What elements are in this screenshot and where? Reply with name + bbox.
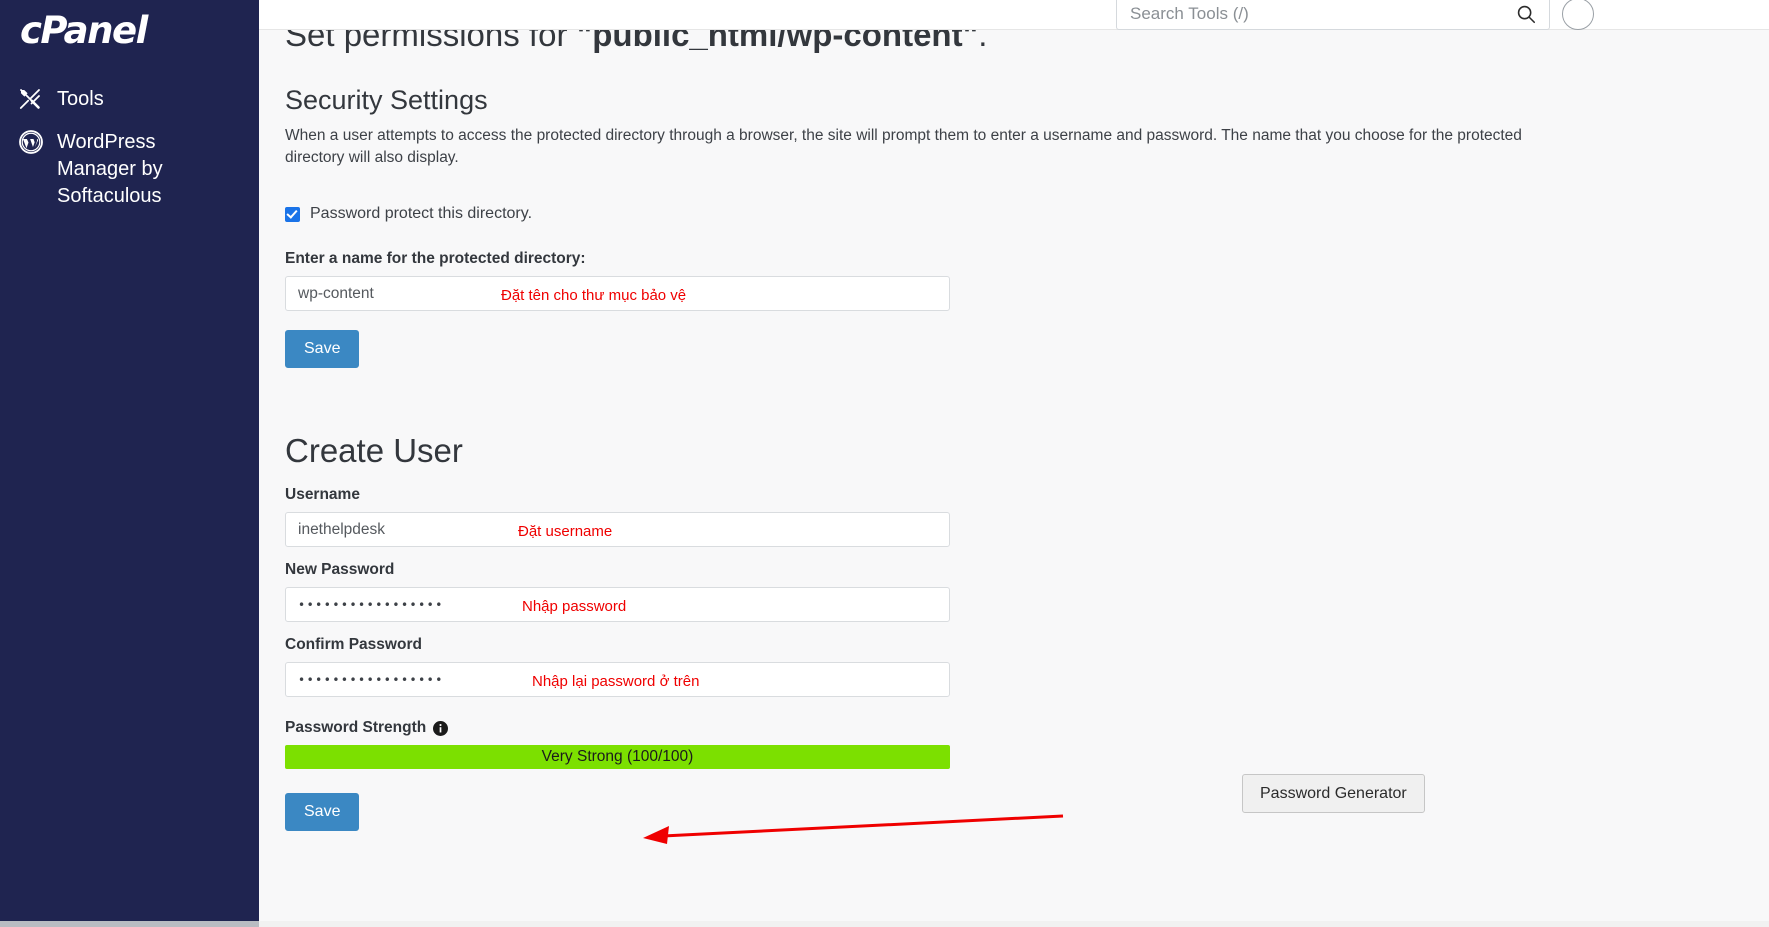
cpanel-logo-text: cPanel [20,9,148,52]
sidebar-item-tools-label: Tools [57,88,104,110]
password-protect-checkbox[interactable] [285,206,300,222]
password-strength-text: Very Strong (100/100) [541,748,694,765]
page-title-path: "public_html/wp-content" [576,30,979,53]
cpanel-logo[interactable]: cPanel [20,8,220,54]
password-protect-checkbox-label: Password protect this directory. [310,205,533,222]
password-strength-label: Password Strength [285,719,427,736]
horizontal-scrollbar-thumb[interactable] [0,921,259,927]
password-strength-label-row: Password Strength [285,719,1769,737]
search-input[interactable] [1117,0,1515,29]
page-title: Set permissions for "public_html/wp-cont… [285,30,1769,56]
top-bar [259,0,1769,30]
sidebar-nav: Tools WordPress Manager by Softaculous [0,78,259,218]
save-security-settings-button[interactable]: Save [285,330,360,368]
new-password-input[interactable] [286,588,949,621]
cpanel-app-window: cPanel Tools WordPress Manager by Softac… [0,0,1769,927]
search-tools-box[interactable] [1116,0,1550,30]
new-password-field[interactable]: Nhập password [285,587,950,622]
password-strength-bar: Very Strong (100/100) [285,745,950,769]
page-title-suffix: . [978,30,988,53]
sidebar-item-wordpress-manager[interactable]: WordPress Manager by Softaculous [0,121,259,218]
page-title-prefix: Set permissions for [285,30,577,53]
confirm-password-field[interactable]: Nhập lại password ở trên [285,662,950,697]
username-input[interactable] [286,513,949,546]
user-avatar-icon[interactable] [1562,0,1594,30]
directory-name-label: Enter a name for the protected directory… [285,250,586,267]
confirm-password-label: Confirm Password [285,636,422,653]
main-content: Set permissions for "public_html/wp-cont… [259,30,1769,927]
sidebar-item-wordpress-manager-label: WordPress Manager by Softaculous [57,131,163,207]
search-icon[interactable] [1515,3,1537,25]
directory-name-field[interactable]: Đặt tên cho thư mục bảo vệ [285,276,950,311]
wordpress-icon [18,129,46,155]
directory-name-input[interactable] [286,277,949,310]
sidebar: cPanel Tools WordPress Manager by Softac… [0,0,259,927]
username-field[interactable]: Đặt username [285,512,950,547]
tools-icon [18,86,46,112]
password-generator-button[interactable]: Password Generator [1242,774,1425,813]
sidebar-item-tools[interactable]: Tools [0,78,259,121]
create-user-heading: Create User [285,432,463,469]
save-create-user-button[interactable]: Save [285,793,360,831]
info-icon[interactable] [433,720,449,736]
security-settings-description: When a user attempts to access the prote… [285,127,1522,166]
confirm-password-input[interactable] [286,663,949,696]
horizontal-scrollbar[interactable] [0,921,1769,927]
security-settings-heading: Security Settings [285,85,488,115]
password-protect-checkbox-row[interactable]: Password protect this directory. [285,205,1769,223]
new-password-label: New Password [285,561,395,578]
username-label: Username [285,486,360,503]
content-column: Set permissions for "public_html/wp-cont… [285,30,1769,831]
